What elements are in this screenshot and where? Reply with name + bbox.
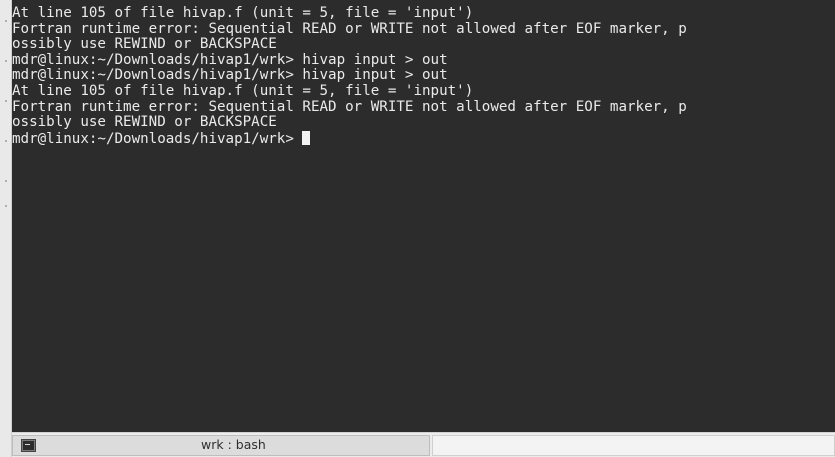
terminal-line: Fortran runtime error: Sequential READ o… bbox=[12, 98, 687, 115]
terminal-output-area[interactable]: At line 105 of file hivap.f (unit = 5, f… bbox=[12, 0, 835, 432]
window-left-edge bbox=[0, 0, 12, 457]
taskbar-task-label: wrk : bash bbox=[201, 437, 266, 452]
edge-dot bbox=[5, 20, 7, 22]
terminal-line: mdr@linux:~/Downloads/hivap1/wrk> hivap … bbox=[12, 51, 448, 68]
prompt-line[interactable]: mdr@linux:~/Downloads/hivap1/wrk> bbox=[12, 130, 311, 148]
terminal-line: ossibly use REWIND or BACKSPACE bbox=[12, 114, 277, 131]
edge-dot bbox=[5, 140, 7, 142]
terminal-icon bbox=[21, 439, 36, 452]
terminal-line: Fortran runtime error: Sequential READ o… bbox=[12, 20, 687, 37]
terminal-line: ossibly use REWIND or BACKSPACE bbox=[12, 36, 277, 53]
edge-dot bbox=[5, 180, 7, 182]
taskbar-task-wrk-bash[interactable]: wrk : bash bbox=[12, 435, 430, 456]
terminal-line: At line 105 of file hivap.f (unit = 5, f… bbox=[12, 5, 474, 21]
terminal-line: mdr@linux:~/Downloads/hivap1/wrk> hivap … bbox=[12, 67, 448, 84]
edge-dot bbox=[5, 60, 7, 62]
edge-dot bbox=[5, 100, 7, 102]
text-cursor bbox=[302, 130, 311, 145]
shell-prompt: mdr@linux:~/Downloads/hivap1/wrk> bbox=[12, 130, 303, 147]
terminal-window: At line 105 of file hivap.f (unit = 5, f… bbox=[0, 0, 835, 457]
terminal-line: At line 105 of file hivap.f (unit = 5, f… bbox=[12, 83, 474, 99]
edge-dot bbox=[5, 205, 7, 207]
taskbar: wrk : bash bbox=[12, 432, 835, 457]
taskbar-empty-area bbox=[432, 435, 835, 456]
